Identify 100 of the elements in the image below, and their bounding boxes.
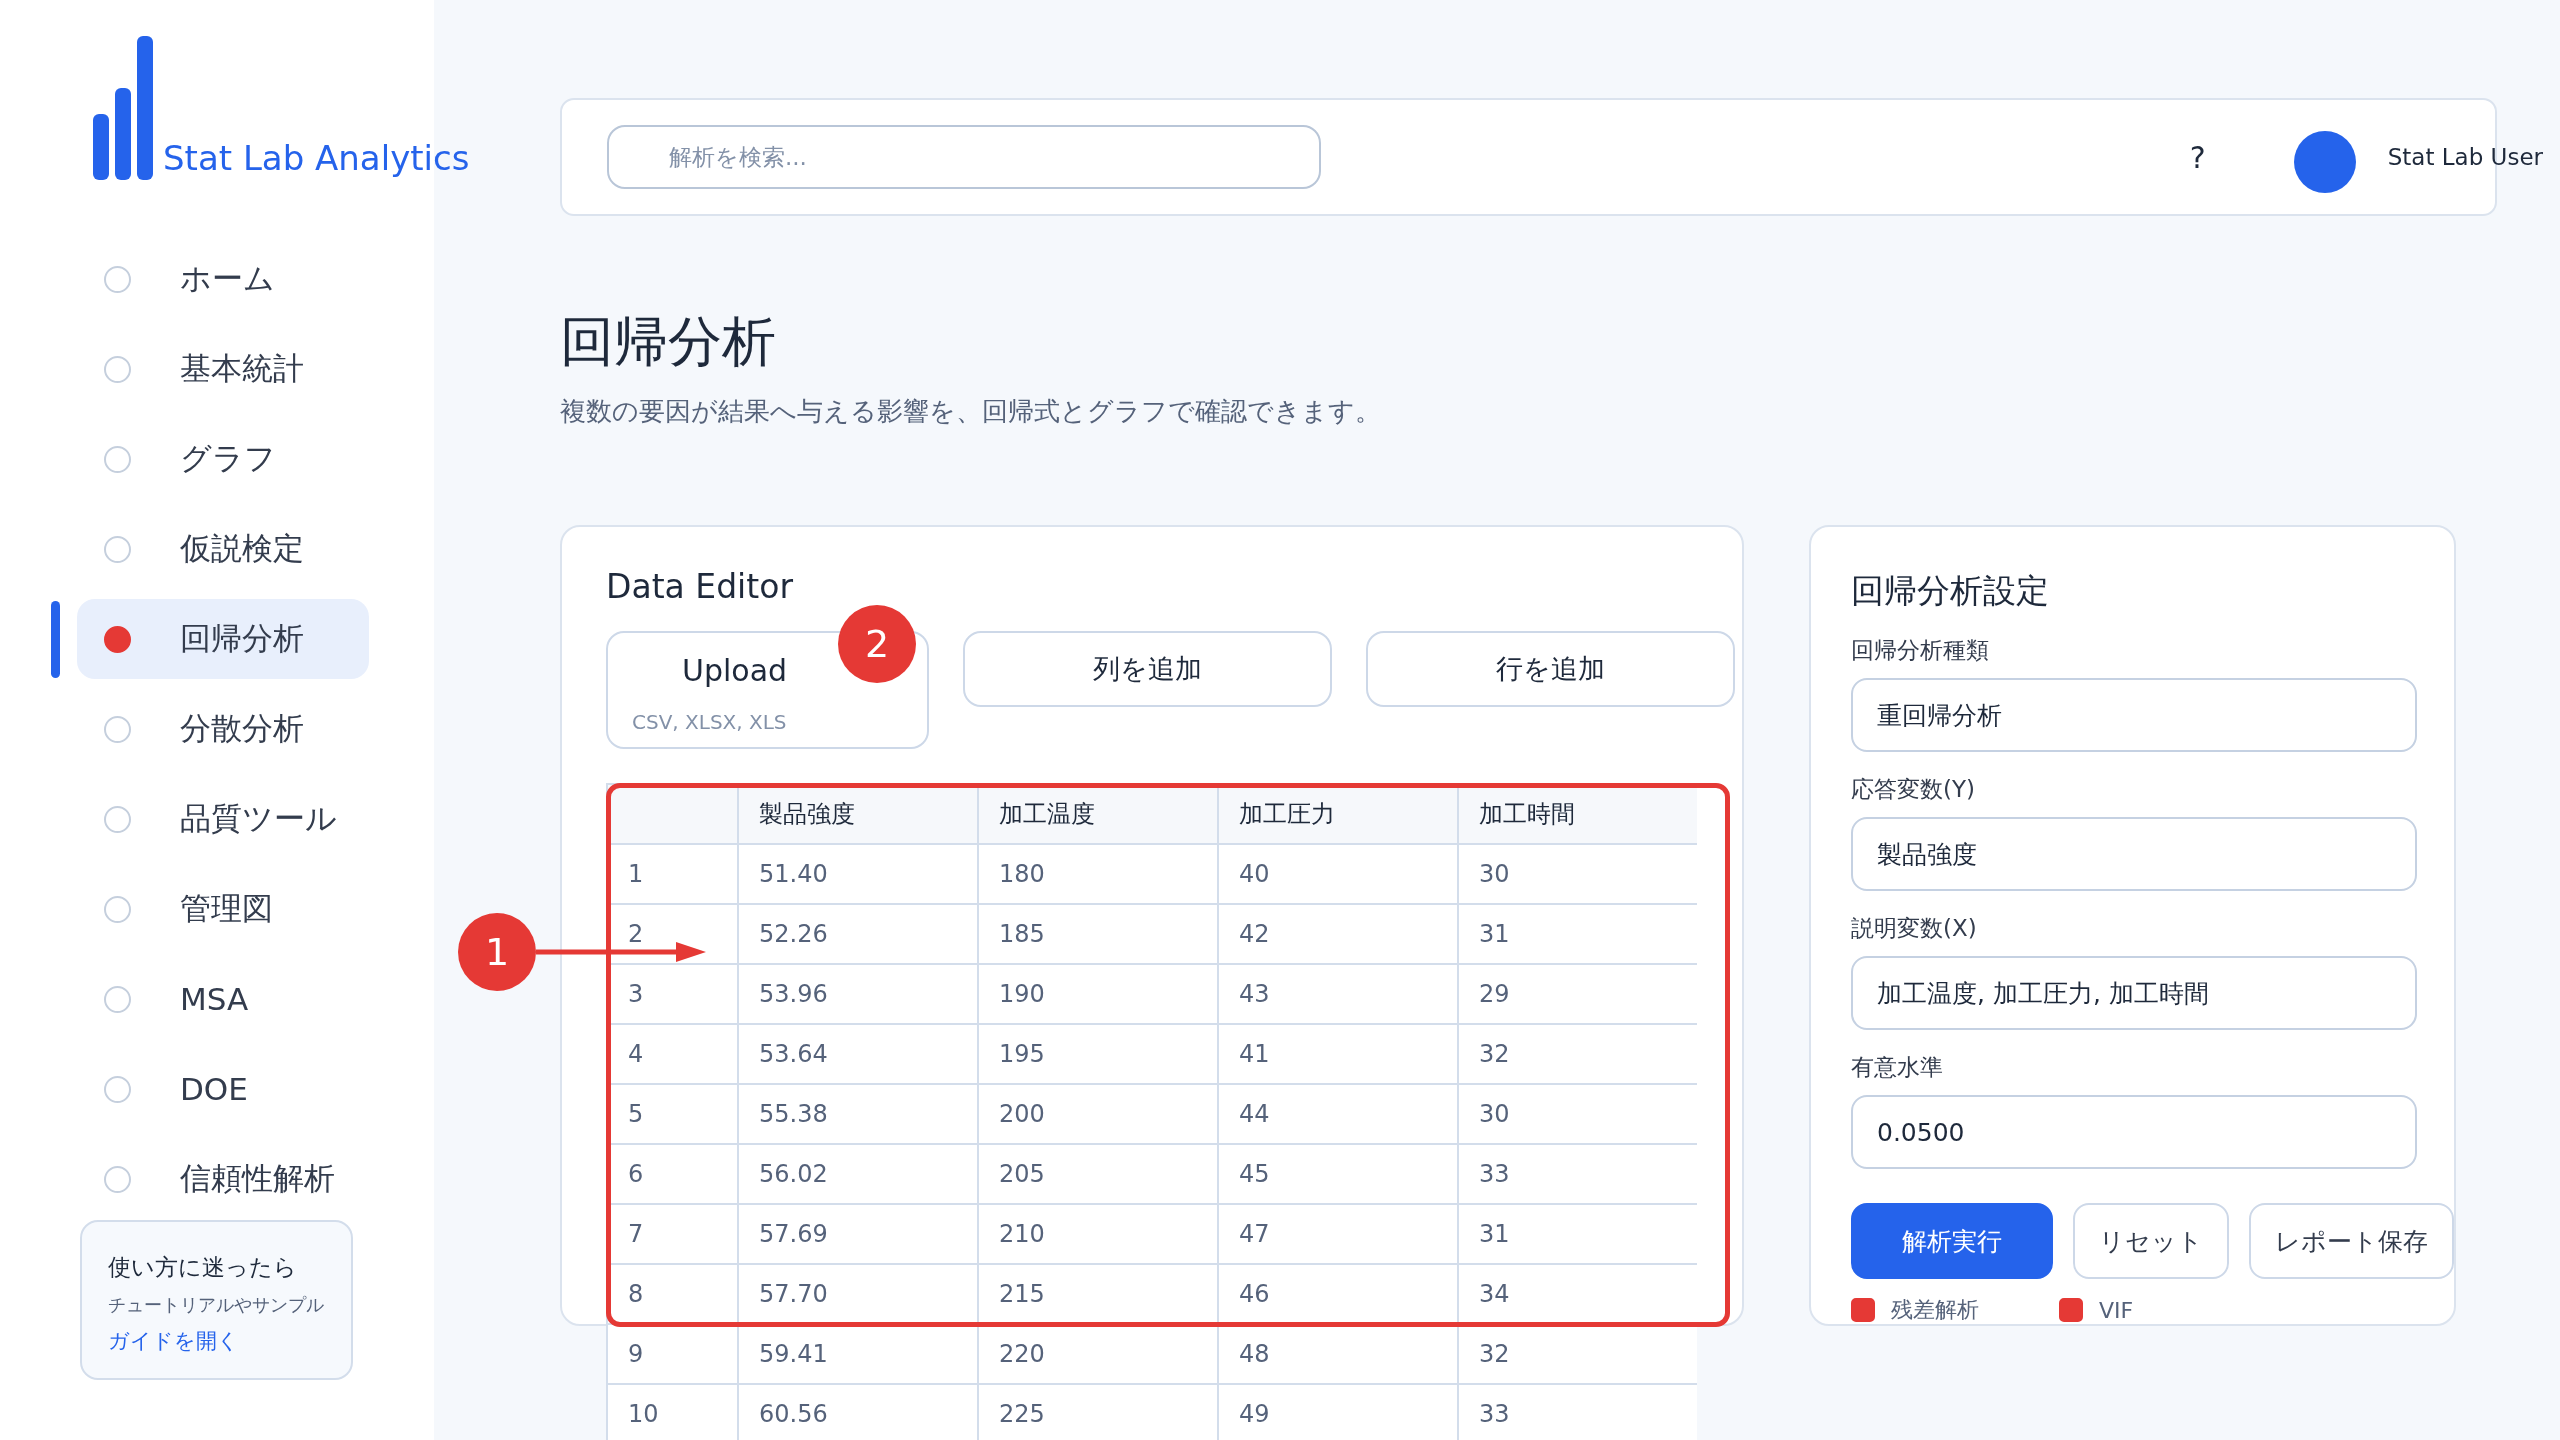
row-number: 6: [608, 1145, 737, 1203]
sidebar-item[interactable]: ホーム: [77, 239, 369, 319]
sidebar-item[interactable]: 信頼性解析: [77, 1139, 369, 1219]
field-label: 説明変数(X): [1851, 914, 1978, 943]
row-number: 9: [608, 1325, 737, 1383]
row-number: 10: [608, 1385, 737, 1440]
bar-chart-icon: [93, 36, 155, 180]
toolbar-button[interactable]: 列を追加: [963, 631, 1332, 707]
page-title: 回帰分析: [560, 309, 777, 375]
sidebar-item[interactable]: 仮説検定: [77, 509, 369, 589]
table-cell: 47: [1219, 1205, 1457, 1263]
page-subtitle: 複数の要因が結果へ与える影響を、回帰式とグラフで確認できます。: [560, 395, 1382, 428]
table-cell: 200: [979, 1085, 1217, 1143]
circle-icon: [104, 715, 131, 743]
row-number: 7: [608, 1205, 737, 1263]
circle-icon: [104, 1075, 131, 1103]
help-title: 使い方に迷ったら: [108, 1253, 297, 1282]
sidebar-item[interactable]: 回帰分析: [77, 599, 369, 679]
field-label: 応答変数(Y): [1851, 775, 1976, 804]
table-cell: 41: [1219, 1025, 1457, 1083]
action-button[interactable]: レポート保存: [2249, 1203, 2454, 1279]
guide-link[interactable]: ガイドを開く: [108, 1327, 239, 1355]
table-cell: 29: [1459, 965, 1697, 1023]
input-field[interactable]: 加工温度, 加工圧力, 加工時間: [1851, 956, 2417, 1030]
action-button[interactable]: リセット: [2073, 1203, 2229, 1279]
table-cell: 30: [1459, 845, 1697, 903]
circle-icon: [104, 895, 131, 923]
help-text: チュートリアルやサンプル: [108, 1293, 324, 1317]
table-cell: 180: [979, 845, 1217, 903]
table-cell: 49: [1219, 1385, 1457, 1440]
row-number: 4: [608, 1025, 737, 1083]
field-label: 有意水準: [1851, 1053, 1944, 1082]
row-number: 1: [608, 845, 737, 903]
table-cell: 190: [979, 965, 1217, 1023]
table-cell: 53.64: [739, 1025, 977, 1083]
column-header: 製品強度: [739, 785, 977, 843]
card-title: 回帰分析設定: [1851, 570, 2050, 612]
table-cell: 195: [979, 1025, 1217, 1083]
table-cell: 44: [1219, 1085, 1457, 1143]
card-title: Data Editor: [606, 566, 794, 608]
sidebar-item[interactable]: MSA: [77, 959, 369, 1039]
table-cell: 205: [979, 1145, 1217, 1203]
row-number: 8: [608, 1265, 737, 1323]
toolbar-button[interactable]: 行を追加: [1366, 631, 1735, 707]
table-cell: 56.02: [739, 1145, 977, 1203]
table-cell: 31: [1459, 1205, 1697, 1263]
table-cell: 32: [1459, 1025, 1697, 1083]
table-cell: 52.26: [739, 905, 977, 963]
circle-icon: [104, 265, 131, 293]
checkbox[interactable]: [2059, 1298, 2083, 1322]
search-field[interactable]: 解析を検索...: [607, 125, 1321, 189]
app-logo-text: Stat Lab Analytics: [163, 138, 470, 178]
table-cell: 31: [1459, 905, 1697, 963]
circle-icon: [104, 355, 131, 383]
sidebar-item[interactable]: 管理図: [77, 869, 369, 949]
table-cell: 45: [1219, 1145, 1457, 1203]
callout-badge: 1: [458, 913, 536, 991]
row-number: 5: [608, 1085, 737, 1143]
sidebar-item[interactable]: DOE: [77, 1049, 369, 1129]
file-types-hint: CSV, XLSX, XLS: [632, 710, 787, 734]
table-cell: 215: [979, 1265, 1217, 1323]
table-cell: 220: [979, 1325, 1217, 1383]
table-cell: 46: [1219, 1265, 1457, 1323]
table-cell: 225: [979, 1385, 1217, 1440]
table-cell: 43: [1219, 965, 1457, 1023]
table-cell: 60.56: [739, 1385, 977, 1440]
sidebar-item[interactable]: 品質ツール: [77, 779, 369, 859]
row-number: 3: [608, 965, 737, 1023]
sidebar-item[interactable]: 分散分析: [77, 689, 369, 769]
option-checkbox[interactable]: 残差解析: [1851, 1295, 1979, 1325]
input-field[interactable]: 製品強度: [1851, 817, 2417, 891]
sidebar-item[interactable]: グラフ: [77, 419, 369, 499]
table-cell: 42: [1219, 905, 1457, 963]
table-cell: 34: [1459, 1265, 1697, 1323]
table-cell: 59.41: [739, 1325, 977, 1383]
table-cell: 48: [1219, 1325, 1457, 1383]
table-cell: 57.69: [739, 1205, 977, 1263]
checkbox[interactable]: [1851, 1298, 1875, 1322]
table-cell: 185: [979, 905, 1217, 963]
input-field[interactable]: 重回帰分析: [1851, 678, 2417, 752]
table-cell: 210: [979, 1205, 1217, 1263]
table-cell: 55.38: [739, 1085, 977, 1143]
sidebar-item[interactable]: 基本統計: [77, 329, 369, 409]
circle-icon: [104, 445, 131, 473]
active-dot-icon: [104, 625, 131, 653]
column-header: 加工圧力: [1219, 785, 1457, 843]
field-label: 回帰分析種類: [1851, 636, 1990, 665]
help-button[interactable]: ?: [2189, 139, 2206, 175]
column-header: 加工時間: [1459, 785, 1697, 843]
circle-icon: [104, 535, 131, 563]
circle-icon: [104, 805, 131, 833]
option-checkbox[interactable]: VIF: [2059, 1295, 2134, 1325]
table-cell: 33: [1459, 1145, 1697, 1203]
run-button[interactable]: 解析実行: [1851, 1203, 2053, 1279]
table-cell: 51.40: [739, 845, 977, 903]
input-field[interactable]: 0.0500: [1851, 1095, 2417, 1169]
table-cell: 32: [1459, 1325, 1697, 1383]
user-name: Stat Lab User: [2387, 144, 2543, 170]
table-cell: 40: [1219, 845, 1457, 903]
table-cell: 33: [1459, 1385, 1697, 1440]
